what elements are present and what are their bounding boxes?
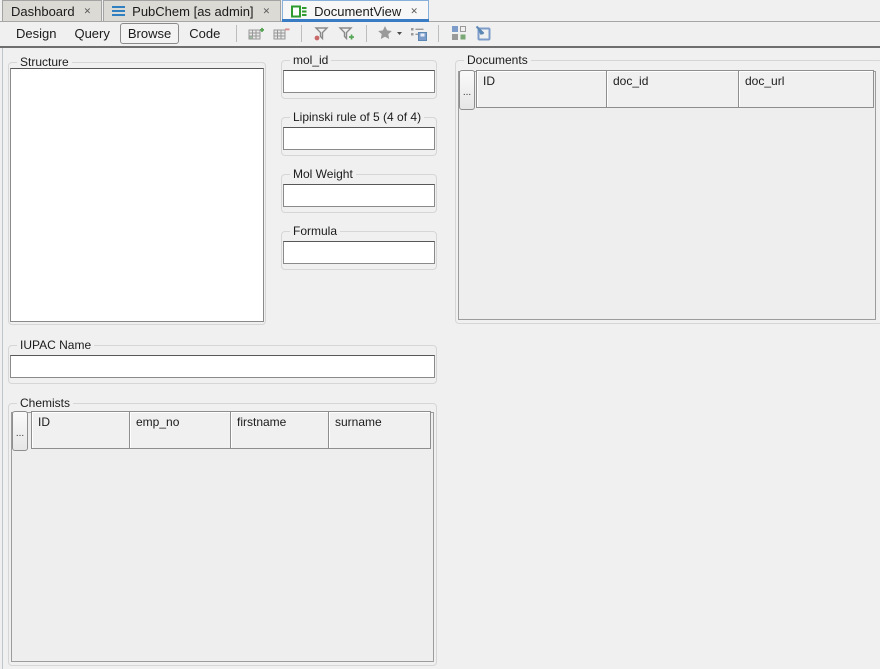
- star-icon: [379, 26, 393, 39]
- code-view-button[interactable]: Code: [181, 23, 228, 44]
- documents-column-header-doc-url[interactable]: doc_url: [738, 70, 874, 108]
- documents-label: Documents: [464, 53, 531, 67]
- table-delete-icon: [273, 26, 290, 41]
- documents-column-header-doc-id[interactable]: doc_id: [606, 70, 739, 108]
- chemists-column-header-firstname[interactable]: firstname: [230, 411, 329, 449]
- query-view-button[interactable]: Query: [66, 23, 117, 44]
- documents-row-selector-button[interactable]: ...: [459, 70, 475, 110]
- close-icon[interactable]: ✕: [261, 6, 273, 17]
- open-designer-button[interactable]: [472, 23, 495, 44]
- menu-icon: [112, 4, 125, 18]
- close-icon[interactable]: ✕: [408, 6, 420, 17]
- toolbar-separator: [366, 25, 367, 42]
- formula-label: Formula: [290, 224, 340, 238]
- tab-pubchem[interactable]: PubChem [as admin] ✕: [103, 0, 281, 21]
- mol-id-field[interactable]: [283, 70, 435, 93]
- chemists-column-header-surname[interactable]: surname: [328, 411, 431, 449]
- structure-field[interactable]: [10, 68, 264, 322]
- structure-label: Structure: [17, 55, 72, 69]
- chemists-row-selector-button[interactable]: ...: [12, 411, 28, 451]
- layout-blocks-icon: [451, 25, 467, 41]
- list-save-icon: [410, 26, 427, 41]
- toolbar: Design Query Browse Code: [0, 22, 880, 48]
- table-add-icon: [248, 26, 265, 41]
- chemists-label: Chemists: [17, 396, 73, 410]
- tab-dashboard-label: Dashboard: [11, 4, 75, 19]
- documents-column-header-id[interactable]: ID: [476, 70, 607, 108]
- mol-id-label: mol_id: [290, 53, 331, 67]
- mol-weight-field[interactable]: [283, 184, 435, 207]
- form-view-icon: [291, 5, 307, 18]
- toolbar-separator: [301, 25, 302, 42]
- panel-edge: [2, 48, 3, 669]
- chemists-grid-body[interactable]: [11, 412, 434, 662]
- lipinski-label: Lipinski rule of 5 (4 of 4): [290, 110, 424, 124]
- browse-view-button[interactable]: Browse: [120, 23, 179, 44]
- add-filter-button[interactable]: [335, 23, 358, 44]
- chemists-column-header-emp-no[interactable]: emp_no: [129, 411, 231, 449]
- tab-documentview-label: DocumentView: [314, 4, 401, 19]
- delete-record-button[interactable]: [270, 23, 293, 44]
- toolbar-separator: [438, 25, 439, 42]
- tab-documentview[interactable]: DocumentView ✕: [282, 0, 429, 21]
- design-view-button[interactable]: Design: [8, 23, 64, 44]
- lipinski-field[interactable]: [283, 127, 435, 150]
- edit-window-icon: [475, 25, 492, 41]
- filter-icon: [313, 26, 330, 41]
- layout-blocks-button[interactable]: [447, 23, 470, 44]
- filter-button[interactable]: [310, 23, 333, 44]
- form-canvas: Structure mol_id Lipinski rule of 5 (4 o…: [0, 48, 880, 669]
- save-list-layout-button[interactable]: [407, 23, 430, 44]
- documents-grid-body[interactable]: [458, 71, 876, 320]
- iupac-name-field[interactable]: [10, 355, 435, 378]
- formula-field[interactable]: [283, 241, 435, 264]
- toolbar-separator: [236, 25, 237, 42]
- favorites-button[interactable]: [375, 23, 405, 44]
- chevron-down-icon: [397, 32, 402, 35]
- tab-dashboard[interactable]: Dashboard ✕: [2, 0, 102, 21]
- filter-add-icon: [338, 26, 355, 41]
- add-record-button[interactable]: [245, 23, 268, 44]
- tab-pubchem-label: PubChem [as admin]: [132, 4, 253, 19]
- mol-weight-label: Mol Weight: [290, 167, 356, 181]
- close-icon[interactable]: ✕: [82, 6, 94, 17]
- tab-bar: Dashboard ✕ PubChem [as admin] ✕ Documen…: [0, 0, 880, 22]
- chemists-column-header-id[interactable]: ID: [31, 411, 130, 449]
- iupac-label: IUPAC Name: [17, 338, 94, 352]
